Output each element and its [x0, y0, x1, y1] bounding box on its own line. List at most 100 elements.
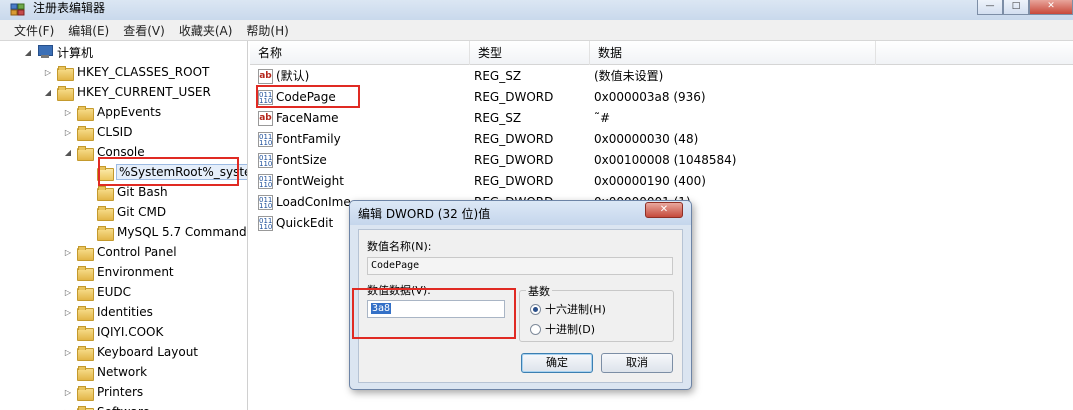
folder-icon [77, 265, 94, 281]
cancel-button[interactable]: 取消 [601, 353, 673, 373]
computer-icon [37, 45, 53, 59]
folder-icon [77, 285, 94, 301]
dialog-title: 编辑 DWORD (32 位)值 [358, 207, 491, 221]
list-item[interactable]: 011 110 CodePage REG_DWORD 0x000003a8 (936) [250, 87, 1073, 108]
collapse-arrow-icon[interactable]: ◢ [22, 46, 34, 58]
tree-item-label: Git Bash [117, 185, 168, 199]
folder-icon [97, 185, 114, 201]
folder-icon [57, 85, 74, 101]
menu-favorites[interactable]: 收藏夹(A) [179, 22, 233, 39]
tree-item-label: HKEY_CURRENT_USER [77, 85, 211, 99]
list-header: 名称 类型 数据 [250, 41, 1073, 65]
tree-item[interactable]: Git Bash [82, 182, 168, 202]
tree-item[interactable]: Git CMD [82, 202, 166, 222]
folder-icon [77, 405, 94, 410]
expand-arrow-icon[interactable]: ▷ [62, 306, 74, 318]
tree-item[interactable]: ▷ AppEvents [62, 102, 161, 122]
expand-arrow-icon[interactable]: ▷ [42, 66, 54, 78]
tree-item[interactable]: ▷ Control Panel [62, 242, 177, 262]
tree-item[interactable]: %SystemRoot%_system32_cmd.exe [82, 162, 247, 182]
value-type-cell: REG_DWORD [474, 153, 554, 167]
folder-icon [77, 125, 94, 141]
column-data-header[interactable]: 数据 [590, 41, 876, 65]
value-type-cell: REG_DWORD [474, 132, 554, 146]
tree-item[interactable]: ▷ HKEY_CLASSES_ROOT [42, 62, 209, 82]
tree-item-label: Environment [97, 265, 174, 279]
tree-item-label: CLSID [97, 125, 133, 139]
tree-item[interactable]: MySQL 5.7 Command [82, 222, 247, 242]
list-item[interactable]: 011 110 FontFamily REG_DWORD 0x00000030 (48… [250, 129, 1073, 150]
tree-item[interactable]: ▷ EUDC [62, 282, 131, 302]
collapse-arrow-icon[interactable]: ◢ [62, 146, 74, 158]
value-data-cell: (数值未设置) [594, 69, 664, 83]
tree-item[interactable]: ▷ Keyboard Layout [62, 342, 198, 362]
list-item[interactable]: 011 110 FontWeight REG_DWORD 0x00000190 (40… [250, 171, 1073, 192]
menu-help[interactable]: 帮助(H) [246, 22, 288, 39]
value-data-label: 数值数据(V): [367, 284, 431, 297]
tree-item-label: Printers [97, 385, 144, 399]
tree-item[interactable]: Environment [62, 262, 174, 282]
menu-edit[interactable]: 编辑(E) [68, 22, 109, 39]
window-title: 注册表编辑器 [33, 1, 106, 15]
dialog-close-button[interactable]: ✕ [645, 202, 683, 218]
list-item[interactable]: ab FaceName REG_SZ ˜# [250, 108, 1073, 129]
tree-item-label: HKEY_CLASSES_ROOT [77, 65, 210, 79]
maximize-button[interactable]: □ [1003, 0, 1029, 15]
binary-value-icon: 011 110 [258, 132, 273, 147]
hex-radio[interactable] [530, 303, 541, 315]
value-name-cell: FontWeight [276, 174, 344, 188]
tree-item[interactable]: ▷ Printers [62, 382, 143, 402]
menu-file[interactable]: 文件(F) [14, 22, 54, 39]
value-name-cell: FontSize [276, 153, 327, 167]
tree-item[interactable]: ▷ CLSID [62, 122, 132, 142]
tree-item[interactable]: IQIYI.COOK [62, 322, 163, 342]
dec-radio-row[interactable]: 十进制(D) [530, 321, 595, 337]
value-data-cell: 0x000003a8 (936) [594, 90, 706, 104]
tree-item[interactable]: ▷ Software [62, 402, 150, 410]
string-value-icon: ab [258, 111, 273, 126]
expand-arrow-icon[interactable]: ▷ [62, 246, 74, 258]
column-name-header[interactable]: 名称 [250, 41, 470, 65]
hex-radio-label: 十六进制(H) [545, 303, 606, 316]
registry-tree[interactable]: ◢ 计算机 ▷ HKEY_CLASSES_ROOT ◢ HKEY_CURRENT_USER… [0, 41, 248, 410]
close-button[interactable]: ✕ [1029, 0, 1073, 15]
tree-item[interactable]: ◢ 计算机 [22, 42, 93, 62]
binary-value-icon: 011 110 [258, 153, 273, 168]
value-name-cell: FontFamily [276, 132, 341, 146]
tree-item-label: Console [97, 145, 145, 159]
list-item[interactable]: ab (默认) REG_SZ (数值未设置) [250, 66, 1073, 87]
string-value-icon: ab [258, 69, 273, 84]
dec-radio[interactable] [530, 323, 541, 335]
tree-item[interactable]: ▷ Identities [62, 302, 153, 322]
list-item[interactable]: 011 110 FontSize REG_DWORD 0x00100008 (1048… [250, 150, 1073, 171]
tree-item[interactable]: ◢ HKEY_CURRENT_USER [42, 82, 211, 102]
expand-arrow-icon[interactable]: ▷ [62, 346, 74, 358]
column-type-header[interactable]: 类型 [470, 41, 590, 65]
tree-item[interactable]: ◢ Console [62, 142, 145, 162]
tree-item-label: Keyboard Layout [97, 345, 199, 359]
value-data-input[interactable]: 3a8 [367, 300, 505, 318]
ok-button[interactable]: 确定 [521, 353, 593, 373]
menu-bar: 文件(F) 编辑(E) 查看(V) 收藏夹(A) 帮助(H) [0, 20, 1073, 41]
folder-icon [77, 305, 94, 321]
dec-radio-label: 十进制(D) [545, 323, 596, 336]
base-group-title: 基数 [526, 283, 552, 299]
collapse-arrow-icon[interactable]: ◢ [42, 86, 54, 98]
expand-arrow-icon[interactable]: ▷ [62, 106, 74, 118]
expand-arrow-icon[interactable]: ▷ [62, 286, 74, 298]
hex-radio-row[interactable]: 十六进制(H) [530, 301, 606, 317]
menu-view[interactable]: 查看(V) [123, 22, 165, 39]
value-name-label: 数值名称(N): [367, 240, 432, 253]
folder-icon [97, 225, 114, 241]
expand-arrow-icon[interactable]: ▷ [62, 406, 74, 410]
value-name-cell: FaceName [276, 111, 339, 125]
minimize-button[interactable]: — [977, 0, 1003, 15]
tree-item[interactable]: Network [62, 362, 147, 382]
tree-item-label: %SystemRoot%_system32_cmd.exe [115, 164, 247, 180]
expand-arrow-icon[interactable]: ▷ [62, 386, 74, 398]
expand-arrow-icon[interactable]: ▷ [62, 126, 74, 138]
